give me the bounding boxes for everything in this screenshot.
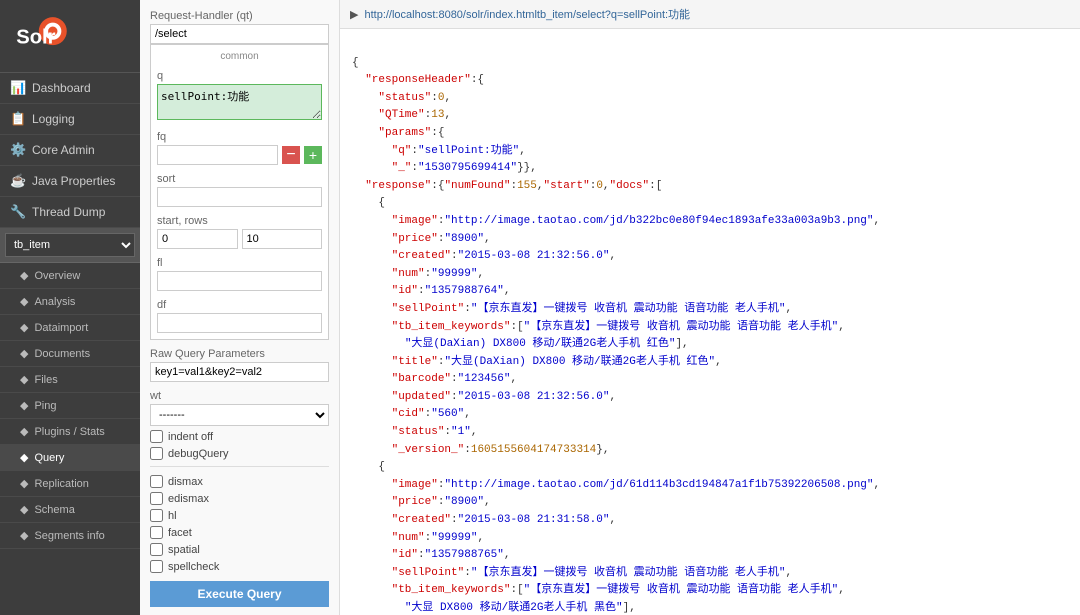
df-input[interactable]: [157, 313, 322, 333]
solr-logo: Solr: [10, 12, 80, 62]
dashboard-icon: 📊: [10, 80, 26, 96]
spellcheck-checkbox[interactable]: [150, 560, 163, 573]
sidebar-item-ping[interactable]: ◆ Ping: [0, 393, 140, 419]
overview-icon: ◆: [20, 269, 28, 282]
sidebar-item-overview[interactable]: ◆ Overview: [0, 263, 140, 289]
core-admin-icon: ⚙️: [10, 142, 26, 158]
request-handler-label: Request-Handler (qt): [150, 10, 329, 22]
spellcheck-label: spellcheck: [168, 561, 219, 573]
indent-label: indent off: [168, 431, 213, 443]
debug-query-checkbox[interactable]: [150, 447, 163, 460]
fq-label: fq: [157, 131, 322, 143]
logo-area: Solr: [0, 0, 140, 73]
indent-checkbox[interactable]: [150, 430, 163, 443]
url-bar: ▶ http://localhost:8080/solr/index.htmlt…: [340, 0, 1080, 29]
raw-query-input[interactable]: [150, 362, 329, 382]
sidebar-item-dashboard[interactable]: 📊 Dashboard: [0, 73, 140, 104]
analysis-icon: ◆: [20, 295, 28, 308]
indent-row: indent off: [150, 430, 329, 443]
files-icon: ◆: [20, 373, 28, 386]
wt-select[interactable]: ------- json xml: [150, 404, 329, 426]
facet-checkbox[interactable]: [150, 526, 163, 539]
debug-query-label: debugQuery: [168, 448, 229, 460]
start-rows-row: [157, 229, 322, 249]
hl-label: hl: [168, 510, 177, 522]
sidebar-item-java-properties[interactable]: ☕ Java Properties: [0, 166, 140, 197]
json-output-panel: ▶ http://localhost:8080/solr/index.htmlt…: [340, 0, 1080, 615]
raw-query-label: Raw Query Parameters: [150, 348, 329, 360]
sidebar: Solr 📊 Dashboard 📋 Logging ⚙️ Core Admin…: [0, 0, 140, 615]
sidebar-item-files[interactable]: ◆ Files: [0, 367, 140, 393]
request-handler-input[interactable]: [150, 24, 329, 44]
start-input[interactable]: [157, 229, 238, 249]
dismax-label: dismax: [168, 476, 203, 488]
fq-row: − +: [157, 145, 322, 165]
sidebar-item-schema[interactable]: ◆ Schema: [0, 497, 140, 523]
sidebar-item-core-admin[interactable]: ⚙️ Core Admin: [0, 135, 140, 166]
core-select[interactable]: tb_item: [5, 233, 135, 257]
fq-remove-button[interactable]: −: [282, 146, 300, 164]
dismax-checkbox[interactable]: [150, 475, 163, 488]
replication-icon: ◆: [20, 477, 28, 490]
dismax-row: dismax: [150, 475, 329, 488]
spellcheck-row: spellcheck: [150, 560, 329, 573]
logging-icon: 📋: [10, 111, 26, 127]
sort-input[interactable]: [157, 187, 322, 207]
java-icon: ☕: [10, 173, 26, 189]
sidebar-item-query[interactable]: ◆ Query: [0, 445, 140, 471]
edismax-row: edismax: [150, 492, 329, 505]
sidebar-item-segments[interactable]: ◆ Segments info: [0, 523, 140, 549]
rows-input[interactable]: [242, 229, 323, 249]
main-content: Request-Handler (qt) common q fq − + sor…: [140, 0, 1080, 615]
content-area: Request-Handler (qt) common q fq − + sor…: [140, 0, 1080, 615]
url-icon: ▶: [350, 8, 358, 21]
execute-query-button[interactable]: Execute Query: [150, 581, 329, 607]
core-selector[interactable]: tb_item: [0, 228, 140, 263]
sidebar-item-replication[interactable]: ◆ Replication: [0, 471, 140, 497]
documents-icon: ◆: [20, 347, 28, 360]
query-icon: ◆: [20, 451, 28, 464]
dataimport-icon: ◆: [20, 321, 28, 334]
edismax-checkbox[interactable]: [150, 492, 163, 505]
debug-query-row: debugQuery: [150, 447, 329, 460]
thread-icon: 🔧: [10, 204, 26, 220]
schema-icon: ◆: [20, 503, 28, 516]
segments-icon: ◆: [20, 529, 28, 542]
q-label: q: [157, 70, 322, 82]
sidebar-item-dataimport[interactable]: ◆ Dataimport: [0, 315, 140, 341]
hl-checkbox[interactable]: [150, 509, 163, 522]
sidebar-item-logging[interactable]: 📋 Logging: [0, 104, 140, 135]
common-fieldset: common q fq − + sort start, rows fl: [150, 44, 329, 340]
edismax-label: edismax: [168, 493, 209, 505]
fl-input[interactable]: [157, 271, 322, 291]
sort-label: sort: [157, 173, 322, 185]
hl-row: hl: [150, 509, 329, 522]
ping-icon: ◆: [20, 399, 28, 412]
json-output[interactable]: { "responseHeader":{ "status":0, "QTime"…: [340, 29, 1080, 615]
sidebar-item-thread-dump[interactable]: 🔧 Thread Dump: [0, 197, 140, 228]
plugins-icon: ◆: [20, 425, 28, 438]
common-legend: common: [157, 51, 322, 62]
q-input[interactable]: [157, 84, 322, 120]
query-panel: Request-Handler (qt) common q fq − + sor…: [140, 0, 340, 615]
spatial-row: spatial: [150, 543, 329, 556]
facet-row: facet: [150, 526, 329, 539]
start-rows-label: start, rows: [157, 215, 322, 227]
sidebar-item-analysis[interactable]: ◆ Analysis: [0, 289, 140, 315]
sidebar-item-plugins[interactable]: ◆ Plugins / Stats: [0, 419, 140, 445]
sidebar-item-documents[interactable]: ◆ Documents: [0, 341, 140, 367]
fq-add-button[interactable]: +: [304, 146, 322, 164]
facet-label: facet: [168, 527, 192, 539]
spatial-label: spatial: [168, 544, 200, 556]
fl-label: fl: [157, 257, 322, 269]
fq-input[interactable]: [157, 145, 278, 165]
svg-text:Solr: Solr: [16, 27, 55, 49]
url-text: http://localhost:8080/solr/index.htmltb_…: [364, 6, 690, 22]
df-label: df: [157, 299, 322, 311]
wt-label: wt: [150, 390, 329, 402]
spatial-checkbox[interactable]: [150, 543, 163, 556]
